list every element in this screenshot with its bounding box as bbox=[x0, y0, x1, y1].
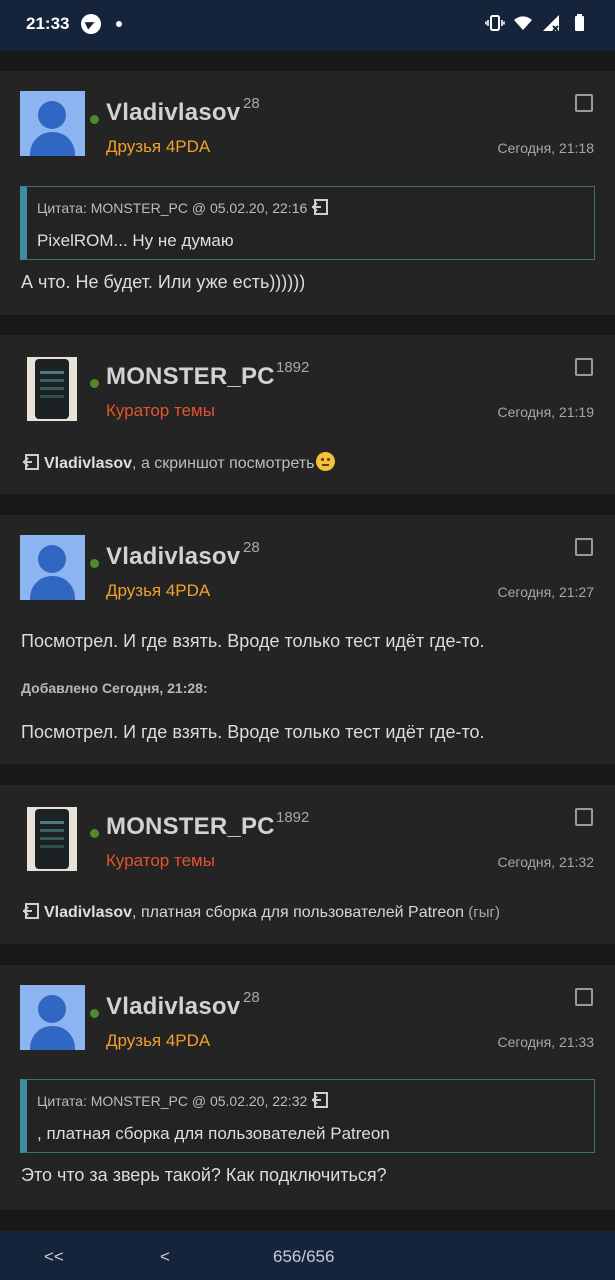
avatar[interactable] bbox=[27, 357, 77, 421]
quote-text: , платная сборка для пользователей Patre… bbox=[37, 1124, 390, 1143]
username[interactable]: Vladivlasov bbox=[106, 99, 240, 127]
post-time: Сегодня, 21:18 bbox=[497, 140, 594, 156]
reputation-count[interactable]: 28 bbox=[243, 539, 260, 556]
quote-header: Цитата: MONSTER_PC @ 05.02.20, 22:32 bbox=[37, 1091, 329, 1109]
post: MONSTER_PC 1892 Куратор темы Сегодня, 21… bbox=[0, 785, 615, 944]
status-bar: 21:33 bbox=[0, 0, 615, 51]
quote-header: Цитата: MONSTER_PC @ 05.02.20, 22:16 bbox=[37, 198, 329, 216]
post-time: Сегодня, 21:19 bbox=[497, 404, 594, 420]
first-page-button[interactable]: << bbox=[44, 1247, 64, 1267]
status-icons bbox=[485, 13, 589, 33]
post-time: Сегодня, 21:32 bbox=[497, 854, 594, 870]
select-post-checkbox[interactable] bbox=[575, 538, 593, 556]
user-group: Друзья 4PDA bbox=[106, 1031, 211, 1050]
reply-line: Vladivlasov, а скриншот посмотреть bbox=[22, 452, 336, 473]
reply-nick[interactable]: Vladivlasov bbox=[44, 455, 132, 472]
select-post-checkbox[interactable] bbox=[575, 94, 593, 112]
signal-icon bbox=[543, 15, 559, 32]
reply-link-icon[interactable] bbox=[22, 453, 40, 471]
reply-text: , а скриншот посмотреть bbox=[132, 455, 315, 472]
avatar[interactable] bbox=[20, 91, 85, 156]
user-group: Куратор темы bbox=[106, 851, 215, 870]
select-post-checkbox[interactable] bbox=[575, 808, 593, 826]
post: Vladivlasov 28 Друзья 4PDA Сегодня, 21:2… bbox=[0, 515, 615, 764]
user-group: Друзья 4PDA bbox=[106, 137, 211, 156]
thinking-face-icon bbox=[316, 452, 336, 471]
avatar[interactable] bbox=[20, 535, 85, 600]
notification-dot-icon bbox=[116, 21, 122, 27]
post-text: Посмотрел. И где взять. Вроде только тес… bbox=[21, 631, 485, 651]
online-indicator bbox=[90, 115, 99, 124]
post: MONSTER_PC 1892 Куратор темы Сегодня, 21… bbox=[0, 335, 615, 494]
reply-line: Vladivlasov, платная сборка для пользова… bbox=[22, 902, 500, 922]
wifi-icon bbox=[514, 16, 532, 30]
reputation-count[interactable]: 28 bbox=[243, 989, 260, 1006]
select-post-checkbox[interactable] bbox=[575, 988, 593, 1006]
reputation-count[interactable]: 28 bbox=[243, 95, 260, 112]
online-indicator bbox=[90, 379, 99, 388]
status-time: 21:33 bbox=[26, 14, 70, 33]
select-post-checkbox[interactable] bbox=[575, 358, 593, 376]
post: Vladivlasov 28 Друзья 4PDA Сегодня, 21:3… bbox=[0, 965, 615, 1210]
pagination-bar: << < 656/656 bbox=[0, 1231, 615, 1280]
post-text-added: Посмотрел. И где взять. Вроде только тес… bbox=[21, 722, 485, 742]
telegram-icon bbox=[81, 14, 101, 34]
online-indicator bbox=[90, 559, 99, 568]
reply-link-icon[interactable] bbox=[22, 902, 40, 920]
user-group: Друзья 4PDA bbox=[106, 581, 211, 600]
reply-nick[interactable]: Vladivlasov bbox=[44, 904, 132, 921]
reply-text: , платная сборка для пользователей Patre… bbox=[132, 904, 465, 921]
reputation-count[interactable]: 1892 bbox=[276, 359, 309, 376]
post-text: Это что за зверь такой? Как подключиться… bbox=[21, 1165, 387, 1185]
reply-aside: (гыг) bbox=[464, 904, 500, 921]
battery-icon bbox=[575, 14, 584, 31]
username[interactable]: MONSTER_PC bbox=[106, 363, 275, 391]
username[interactable]: MONSTER_PC bbox=[106, 813, 275, 841]
username[interactable]: Vladivlasov bbox=[106, 543, 240, 571]
page-indicator[interactable]: 656/656 bbox=[273, 1247, 334, 1267]
username[interactable]: Vladivlasov bbox=[106, 993, 240, 1021]
quote-link-icon[interactable] bbox=[311, 198, 329, 216]
reputation-count[interactable]: 1892 bbox=[276, 809, 309, 826]
quote-block: Цитата: MONSTER_PC @ 05.02.20, 22:32 , п… bbox=[20, 1079, 595, 1153]
post-time: Сегодня, 21:27 bbox=[497, 584, 594, 600]
user-group: Куратор темы bbox=[106, 401, 215, 420]
quote-block: Цитата: MONSTER_PC @ 05.02.20, 22:16 Pix… bbox=[20, 186, 595, 260]
avatar[interactable] bbox=[20, 985, 85, 1050]
added-note: Добавлено Сегодня, 21:28: bbox=[21, 680, 208, 696]
online-indicator bbox=[90, 829, 99, 838]
avatar[interactable] bbox=[27, 807, 77, 871]
prev-page-button[interactable]: < bbox=[160, 1247, 170, 1267]
post: Vladivlasov 28 Друзья 4PDA Сегодня, 21:1… bbox=[0, 71, 615, 315]
online-indicator bbox=[90, 1009, 99, 1018]
post-text: А что. Не будет. Или уже есть)))))) bbox=[21, 272, 306, 292]
quote-link-icon[interactable] bbox=[311, 1091, 329, 1109]
vibrate-icon bbox=[485, 15, 505, 31]
post-time: Сегодня, 21:33 bbox=[497, 1034, 594, 1050]
quote-text: PixelROM... Ну не думаю bbox=[37, 231, 234, 250]
